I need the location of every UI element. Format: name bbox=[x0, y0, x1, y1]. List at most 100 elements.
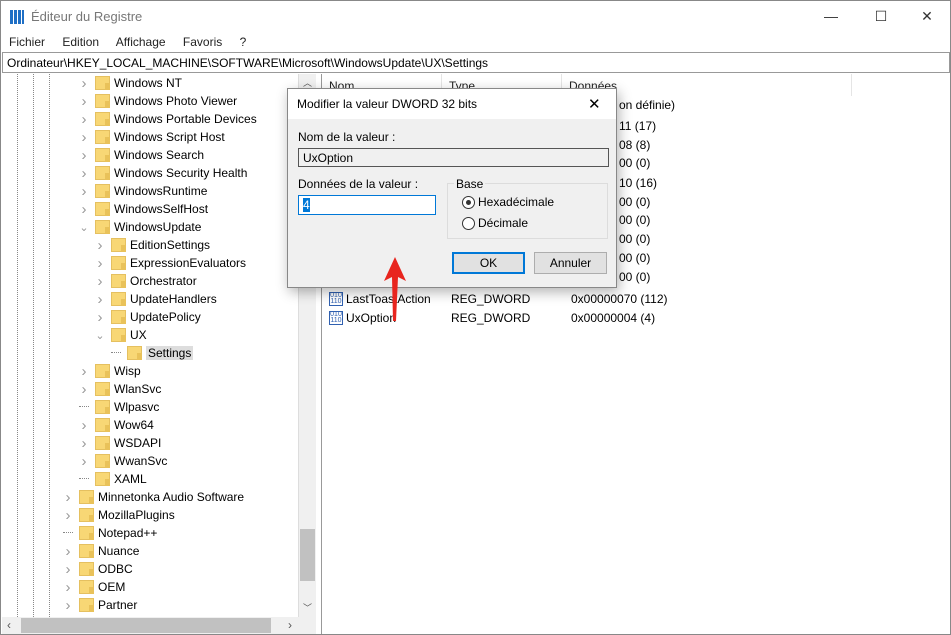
chevron-right-icon[interactable]: › bbox=[63, 507, 73, 524]
folder-icon bbox=[111, 328, 126, 342]
radio-hexadecimal[interactable]: Hexadécimale bbox=[462, 195, 554, 210]
tree-item[interactable]: › UpdatePolicy bbox=[95, 308, 201, 326]
folder-icon bbox=[79, 598, 94, 612]
menu-help[interactable]: ? bbox=[240, 35, 247, 49]
folder-icon bbox=[95, 76, 110, 90]
tree-item[interactable]: › Partner bbox=[63, 596, 138, 614]
tree-item[interactable]: › Windows Portable Devices bbox=[79, 110, 257, 128]
red-arrow-annotation bbox=[384, 257, 406, 321]
list-item[interactable]: 010 110 UxOption REG_DWORD 0x00000004 (4) bbox=[322, 308, 655, 327]
reg-dword-icon: 010 110 bbox=[329, 310, 343, 325]
tree-item[interactable]: ⌄ WindowsUpdate bbox=[79, 218, 201, 236]
address-bar[interactable]: Ordinateur\HKEY_LOCAL_MACHINE\SOFTWARE\M… bbox=[2, 52, 950, 73]
chevron-right-icon[interactable]: › bbox=[63, 489, 73, 506]
radio-decimal[interactable]: Décimale bbox=[462, 216, 528, 231]
tree-item[interactable]: Notepad++ bbox=[63, 524, 157, 542]
tree-item[interactable]: › OEM bbox=[63, 578, 126, 596]
chevron-right-icon[interactable]: › bbox=[95, 309, 105, 326]
chevron-right-icon[interactable]: › bbox=[79, 147, 89, 164]
folder-icon bbox=[79, 490, 94, 504]
tree-item[interactable]: › WindowsSelfHost bbox=[79, 200, 209, 218]
scroll-down-arrow[interactable]: ﹀ bbox=[303, 601, 312, 614]
scroll-thumb[interactable] bbox=[21, 618, 271, 633]
tree-item[interactable]: › Nuance bbox=[63, 542, 140, 560]
chevron-down-icon[interactable]: ⌄ bbox=[79, 221, 89, 234]
tree-item-label: Notepad++ bbox=[98, 526, 158, 540]
chevron-right-icon[interactable]: › bbox=[79, 111, 89, 128]
folder-icon bbox=[127, 346, 142, 360]
tree-item[interactable]: › Windows Script Host bbox=[79, 128, 225, 146]
tree-item[interactable]: › Windows Search bbox=[79, 146, 205, 164]
tree-item[interactable]: Wlpasvc bbox=[79, 398, 159, 416]
chevron-down-icon[interactable]: ⌄ bbox=[95, 329, 105, 342]
chevron-right-icon[interactable]: › bbox=[79, 363, 89, 380]
chevron-right-icon[interactable]: › bbox=[79, 183, 89, 200]
minimize-button[interactable]: — bbox=[808, 1, 854, 31]
maximize-button[interactable]: ☐ bbox=[858, 1, 904, 31]
tree-item[interactable]: › MozillaPlugins bbox=[63, 506, 175, 524]
tree-item[interactable]: XAML bbox=[79, 470, 147, 488]
menu-favoris[interactable]: Favoris bbox=[183, 35, 222, 49]
list-item[interactable]: 010 110 LastToastAction REG_DWORD 0x00000… bbox=[322, 289, 668, 308]
menu-edition[interactable]: Edition bbox=[62, 35, 99, 49]
key-tree[interactable]: › Windows NT › Windows Photo Viewer › Windows… bbox=[2, 74, 299, 617]
chevron-right-icon[interactable]: › bbox=[79, 381, 89, 398]
scroll-right-arrow[interactable]: › bbox=[288, 618, 292, 632]
chevron-right-icon[interactable]: › bbox=[63, 543, 73, 560]
tree-item-label: UX bbox=[130, 328, 147, 342]
dialog-close-button[interactable]: ✕ bbox=[588, 95, 601, 113]
cancel-button[interactable]: Annuler bbox=[534, 252, 607, 274]
scroll-left-arrow[interactable]: ‹ bbox=[7, 618, 11, 632]
tree-item[interactable]: › Wisp bbox=[79, 362, 141, 380]
tree-item-label: Windows Security Health bbox=[114, 166, 248, 180]
chevron-right-icon[interactable]: › bbox=[79, 165, 89, 182]
tree-item[interactable]: › EditionSettings bbox=[95, 236, 211, 254]
ok-button[interactable]: OK bbox=[452, 252, 525, 274]
tree-item[interactable]: ⌄ UX bbox=[95, 326, 147, 344]
chevron-right-icon[interactable]: › bbox=[95, 237, 105, 254]
chevron-right-icon[interactable]: › bbox=[63, 597, 73, 614]
chevron-right-icon[interactable]: › bbox=[63, 579, 73, 596]
chevron-right-icon[interactable]: › bbox=[79, 417, 89, 434]
tree-item[interactable]: › Wow64 bbox=[79, 416, 154, 434]
tree-item[interactable]: › ExpressionEvaluators bbox=[95, 254, 247, 272]
tree-item[interactable]: Settings bbox=[111, 344, 194, 362]
menu-affichage[interactable]: Affichage bbox=[116, 35, 166, 49]
scroll-thumb[interactable] bbox=[300, 529, 315, 581]
folder-icon bbox=[111, 292, 126, 306]
value-data: 0x00000004 (4) bbox=[571, 310, 656, 325]
close-button[interactable]: ✕ bbox=[904, 1, 950, 31]
tree-item[interactable]: › Orchestrator bbox=[95, 272, 197, 290]
tree-horizontal-scrollbar[interactable]: ‹ › bbox=[2, 617, 316, 634]
chevron-right-icon[interactable]: › bbox=[95, 273, 105, 290]
tree-item[interactable]: › WlanSvc bbox=[79, 380, 162, 398]
tree-item[interactable]: › Windows Security Health bbox=[79, 164, 248, 182]
menu-fichier[interactable]: Fichier bbox=[9, 35, 45, 49]
tree-item-label: Windows Portable Devices bbox=[114, 112, 257, 126]
tree-item[interactable]: › WwanSvc bbox=[79, 452, 168, 470]
folder-icon bbox=[79, 526, 94, 540]
chevron-right-icon[interactable]: › bbox=[63, 561, 73, 578]
tree-item[interactable]: › UpdateHandlers bbox=[95, 290, 217, 308]
chevron-right-icon[interactable]: › bbox=[79, 75, 89, 92]
tree-item-label: WindowsSelfHost bbox=[114, 202, 209, 216]
tree-item[interactable]: › Windows Photo Viewer bbox=[79, 92, 238, 110]
folder-icon bbox=[95, 112, 110, 126]
chevron-right-icon[interactable]: › bbox=[79, 453, 89, 470]
tree-item[interactable]: › Minnetonka Audio Software bbox=[63, 488, 245, 506]
tree-item-label: ODBC bbox=[98, 562, 133, 576]
tree-item[interactable]: › Windows NT bbox=[79, 74, 183, 92]
chevron-right-icon[interactable]: › bbox=[95, 255, 105, 272]
chevron-right-icon[interactable]: › bbox=[79, 93, 89, 110]
chevron-right-icon[interactable]: › bbox=[79, 435, 89, 452]
value-data-input[interactable]: 4 bbox=[298, 195, 436, 215]
base-group bbox=[447, 183, 608, 239]
chevron-right-icon[interactable]: › bbox=[79, 201, 89, 218]
chevron-right-icon[interactable]: › bbox=[95, 291, 105, 308]
folder-icon bbox=[95, 148, 110, 162]
chevron-right-icon[interactable]: › bbox=[79, 129, 89, 146]
folder-icon bbox=[111, 274, 126, 288]
tree-item[interactable]: › WSDAPI bbox=[79, 434, 162, 452]
tree-item[interactable]: › ODBC bbox=[63, 560, 133, 578]
tree-item[interactable]: › WindowsRuntime bbox=[79, 182, 208, 200]
